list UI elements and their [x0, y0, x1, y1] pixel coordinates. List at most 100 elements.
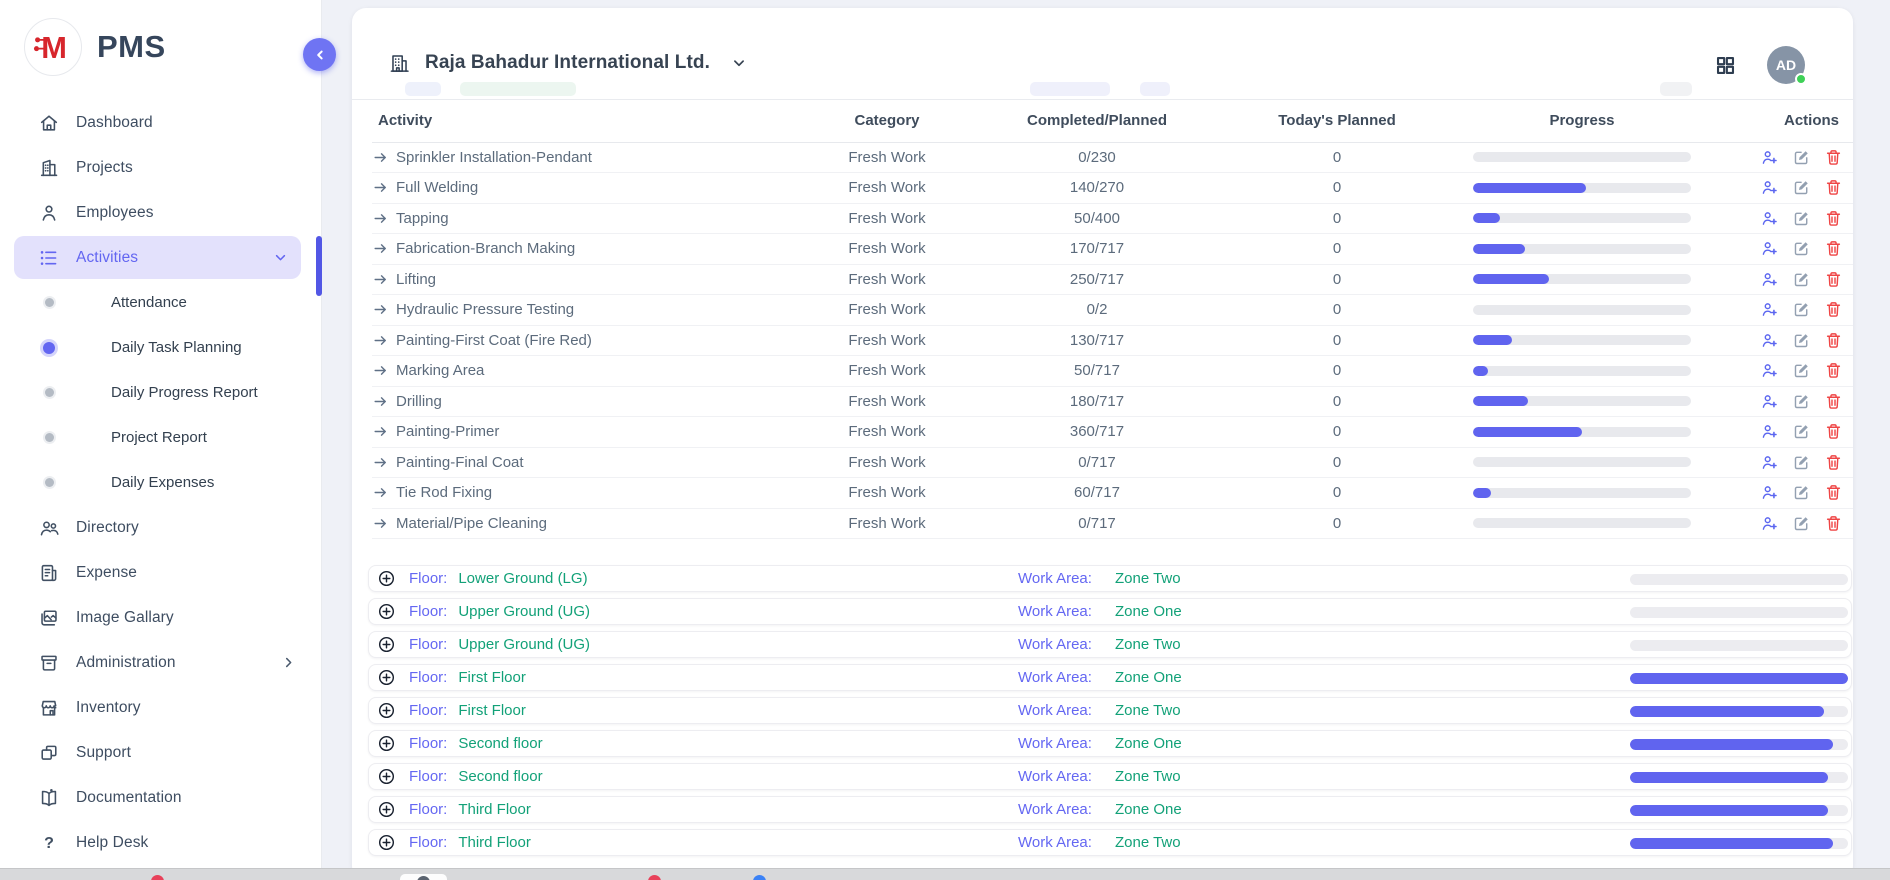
- edit-button[interactable]: [1792, 209, 1811, 228]
- floor-row[interactable]: Floor: Upper Ground (UG) Work Area: Zone…: [368, 598, 1852, 625]
- activity-row[interactable]: Marking Area Fresh Work 50/717 0: [372, 356, 1853, 387]
- assign-user-button[interactable]: [1760, 483, 1779, 502]
- activity-name: Painting-First Coat (Fire Red): [396, 332, 592, 349]
- floor-row[interactable]: Floor: First Floor Work Area: Zone Two: [368, 697, 1852, 724]
- delete-button[interactable]: [1824, 514, 1843, 533]
- floor-row[interactable]: Floor: Third Floor Work Area: Zone One: [368, 796, 1852, 823]
- expand-floor-button[interactable]: [377, 635, 396, 654]
- delete-button[interactable]: [1824, 209, 1843, 228]
- assign-user-button[interactable]: [1760, 422, 1779, 441]
- expand-floor-button[interactable]: [377, 767, 396, 786]
- edit-button[interactable]: [1792, 453, 1811, 472]
- company-selector[interactable]: Raja Bahadur International Ltd.: [388, 44, 748, 82]
- edit-button[interactable]: [1792, 148, 1811, 167]
- floor-row[interactable]: Floor: Third Floor Work Area: Zone Two: [368, 829, 1852, 856]
- sidebar-subitem-daily-expenses[interactable]: Daily Expenses: [0, 460, 321, 505]
- activity-row[interactable]: Painting-First Coat (Fire Red) Fresh Wor…: [372, 325, 1853, 356]
- taskbar-partial-tile[interactable]: [400, 874, 447, 880]
- todays-planned-value: 0: [1212, 264, 1462, 295]
- floor-row[interactable]: Floor: Upper Ground (UG) Work Area: Zone…: [368, 631, 1852, 658]
- sidebar-collapse-button[interactable]: [303, 38, 336, 71]
- floor-row[interactable]: Floor: Second floor Work Area: Zone Two: [368, 763, 1852, 790]
- floor-row[interactable]: Floor: First Floor Work Area: Zone One: [368, 664, 1852, 691]
- edit-button[interactable]: [1792, 361, 1811, 380]
- activity-row[interactable]: Fabrication-Branch Making Fresh Work 170…: [372, 234, 1853, 265]
- sidebar-item-support[interactable]: Support: [0, 730, 321, 775]
- floor-label: Floor:: [409, 768, 447, 785]
- apps-grid-button[interactable]: [1714, 54, 1737, 77]
- activity-row[interactable]: Material/Pipe Cleaning Fresh Work 0/717 …: [372, 508, 1853, 539]
- delete-button[interactable]: [1824, 361, 1843, 380]
- assign-user-button[interactable]: [1760, 239, 1779, 258]
- expand-floor-button[interactable]: [377, 602, 396, 621]
- delete-button[interactable]: [1824, 453, 1843, 472]
- expand-floor-button[interactable]: [377, 569, 396, 588]
- sidebar-item-help-desk[interactable]: ?Help Desk: [0, 820, 321, 865]
- edit-button[interactable]: [1792, 178, 1811, 197]
- edit-button[interactable]: [1792, 392, 1811, 411]
- sidebar-subitem-daily-task-planning[interactable]: Daily Task Planning: [0, 325, 321, 370]
- delete-button[interactable]: [1824, 300, 1843, 319]
- floor-row[interactable]: Floor: Second floor Work Area: Zone One: [368, 730, 1852, 757]
- activity-row[interactable]: Full Welding Fresh Work 140/270 0: [372, 173, 1853, 204]
- assign-user-button[interactable]: [1760, 514, 1779, 533]
- taskbar-partial-icon[interactable]: [753, 875, 766, 880]
- sidebar-subitem-attendance[interactable]: Attendance: [0, 280, 321, 325]
- assign-user-button[interactable]: [1760, 209, 1779, 228]
- sidebar-item-employees[interactable]: Employees: [0, 190, 321, 235]
- edit-button[interactable]: [1792, 514, 1811, 533]
- activity-row[interactable]: Painting-Primer Fresh Work 360/717 0: [372, 417, 1853, 448]
- delete-button[interactable]: [1824, 270, 1843, 289]
- delete-button[interactable]: [1824, 331, 1843, 350]
- progress-bar-fill: [1473, 213, 1500, 223]
- floor-row[interactable]: Floor: Lower Ground (LG) Work Area: Zone…: [368, 565, 1852, 592]
- assign-user-button[interactable]: [1760, 300, 1779, 319]
- edit-button[interactable]: [1792, 483, 1811, 502]
- edit-button[interactable]: [1792, 300, 1811, 319]
- sidebar-subitem-project-report[interactable]: Project Report: [0, 415, 321, 460]
- edit-button[interactable]: [1792, 270, 1811, 289]
- sidebar-item-dashboard[interactable]: Dashboard: [0, 100, 321, 145]
- activity-row[interactable]: Sprinkler Installation-Pendant Fresh Wor…: [372, 142, 1853, 173]
- chevron-down-icon: [730, 54, 748, 72]
- sidebar-item-image-gallary[interactable]: Image Gallary: [0, 595, 321, 640]
- assign-user-button[interactable]: [1760, 178, 1779, 197]
- sidebar-item-directory[interactable]: Directory: [0, 505, 321, 550]
- sidebar-subitem-daily-progress-report[interactable]: Daily Progress Report: [0, 370, 321, 415]
- delete-button[interactable]: [1824, 483, 1843, 502]
- assign-user-button[interactable]: [1760, 392, 1779, 411]
- activity-row[interactable]: Tapping Fresh Work 50/400 0: [372, 203, 1853, 234]
- activity-row[interactable]: Painting-Final Coat Fresh Work 0/717 0: [372, 447, 1853, 478]
- assign-user-button[interactable]: [1760, 270, 1779, 289]
- sidebar-item-activities[interactable]: Activities: [14, 236, 301, 279]
- edit-button[interactable]: [1792, 422, 1811, 441]
- expand-floor-button[interactable]: [377, 668, 396, 687]
- expand-floor-button[interactable]: [377, 734, 396, 753]
- edit-button[interactable]: [1792, 331, 1811, 350]
- delete-button[interactable]: [1824, 178, 1843, 197]
- sidebar-item-documentation[interactable]: Documentation: [0, 775, 321, 820]
- activity-row[interactable]: Hydraulic Pressure Testing Fresh Work 0/…: [372, 295, 1853, 326]
- assign-user-button[interactable]: [1760, 148, 1779, 167]
- sidebar-item-projects[interactable]: Projects: [0, 145, 321, 190]
- assign-user-button[interactable]: [1760, 331, 1779, 350]
- taskbar-partial-icon[interactable]: [648, 875, 661, 880]
- sidebar-item-expense[interactable]: Expense: [0, 550, 321, 595]
- expand-floor-button[interactable]: [377, 800, 396, 819]
- sidebar-item-inventory[interactable]: Inventory: [0, 685, 321, 730]
- assign-user-button[interactable]: [1760, 361, 1779, 380]
- taskbar-partial-icon[interactable]: [151, 875, 164, 880]
- delete-button[interactable]: [1824, 148, 1843, 167]
- delete-button[interactable]: [1824, 239, 1843, 258]
- delete-button[interactable]: [1824, 392, 1843, 411]
- assign-user-button[interactable]: [1760, 453, 1779, 472]
- expand-floor-button[interactable]: [377, 833, 396, 852]
- expand-floor-button[interactable]: [377, 701, 396, 720]
- sidebar-item-administration[interactable]: Administration: [0, 640, 321, 685]
- edit-button[interactable]: [1792, 239, 1811, 258]
- activity-row[interactable]: Drilling Fresh Work 180/717 0: [372, 386, 1853, 417]
- activity-row[interactable]: Lifting Fresh Work 250/717 0: [372, 264, 1853, 295]
- avatar[interactable]: AD: [1767, 46, 1805, 84]
- delete-button[interactable]: [1824, 422, 1843, 441]
- activity-row[interactable]: Tie Rod Fixing Fresh Work 60/717 0: [372, 478, 1853, 509]
